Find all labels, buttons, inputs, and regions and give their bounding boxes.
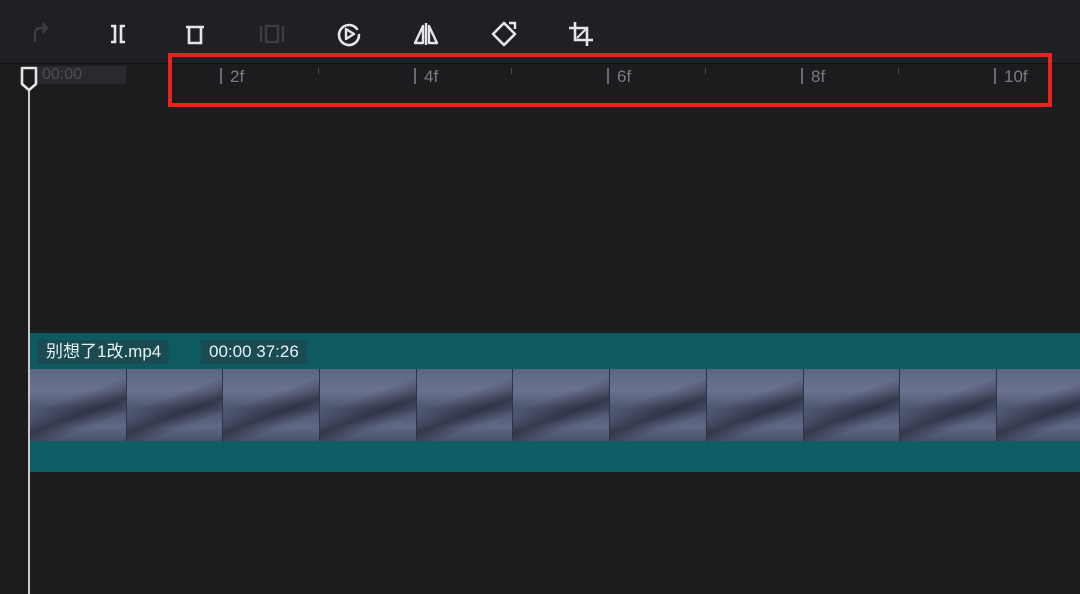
- playhead-line[interactable]: [28, 84, 30, 594]
- ruler-tick: [994, 68, 996, 84]
- rotate-icon: [491, 21, 517, 47]
- ruler-label: 10f: [1004, 67, 1028, 86]
- reverse-play-icon: [337, 23, 361, 47]
- ruler-label: 8f: [811, 67, 826, 86]
- crop-button[interactable]: [563, 16, 599, 52]
- clip-audio-strip: [30, 441, 1080, 472]
- clip-thumbnail: [320, 369, 417, 441]
- ruler-tick: [801, 68, 803, 84]
- redo-icon: [33, 22, 49, 43]
- ruler-label: 2f: [230, 67, 245, 86]
- clip-thumbnail: [706, 369, 804, 441]
- split-icon: [111, 24, 125, 44]
- freeze-frame-icon: [259, 24, 285, 44]
- crop-icon: [569, 22, 593, 46]
- clip-thumbnail: [513, 369, 611, 441]
- clip-header: 别想了1改.mp4 00:00 37:26: [30, 333, 1080, 369]
- clip-duration: 00:00 37:26: [201, 340, 307, 364]
- split-button[interactable]: [100, 16, 136, 52]
- freeze-frame-button[interactable]: [254, 16, 290, 52]
- redo-button[interactable]: [22, 16, 58, 52]
- timeline-ruler[interactable]: 00:00 2f 4f 6f 8f 10f: [0, 64, 1080, 92]
- ruler-tick: [220, 68, 222, 84]
- ruler-minor-tick: [705, 68, 706, 74]
- ruler-start-time: 00:00: [38, 66, 126, 84]
- clip-thumbnail: [900, 369, 997, 441]
- clip-thumbnail: [996, 369, 1080, 441]
- clip-thumbnail: [223, 369, 321, 441]
- clip-thumbnail: [416, 369, 514, 441]
- ruler-label: 6f: [617, 67, 632, 86]
- clip-thumbnail: [30, 369, 127, 441]
- clip-thumbnails: [30, 369, 1080, 441]
- clip-filename: 别想了1改.mp4: [38, 340, 170, 364]
- ruler-label: 4f: [424, 67, 439, 86]
- ruler-tick: [607, 68, 609, 84]
- delete-icon: [186, 25, 204, 45]
- rotate-button[interactable]: [486, 16, 522, 52]
- ruler-minor-tick: [898, 68, 899, 74]
- toolbar: [0, 0, 1080, 64]
- delete-button[interactable]: [177, 16, 213, 52]
- playhead-handle-icon[interactable]: [19, 66, 39, 92]
- clip-thumbnail: [126, 369, 224, 441]
- mirror-button[interactable]: [408, 16, 444, 52]
- reverse-button[interactable]: [331, 16, 367, 52]
- ruler-minor-tick: [318, 68, 319, 74]
- ruler-minor-tick: [511, 68, 512, 74]
- video-clip[interactable]: 别想了1改.mp4 00:00 37:26: [30, 333, 1080, 472]
- clip-thumbnail: [610, 369, 707, 441]
- ruler-tick: [414, 68, 416, 84]
- clip-thumbnail: [803, 369, 901, 441]
- mirror-icon: [413, 23, 439, 45]
